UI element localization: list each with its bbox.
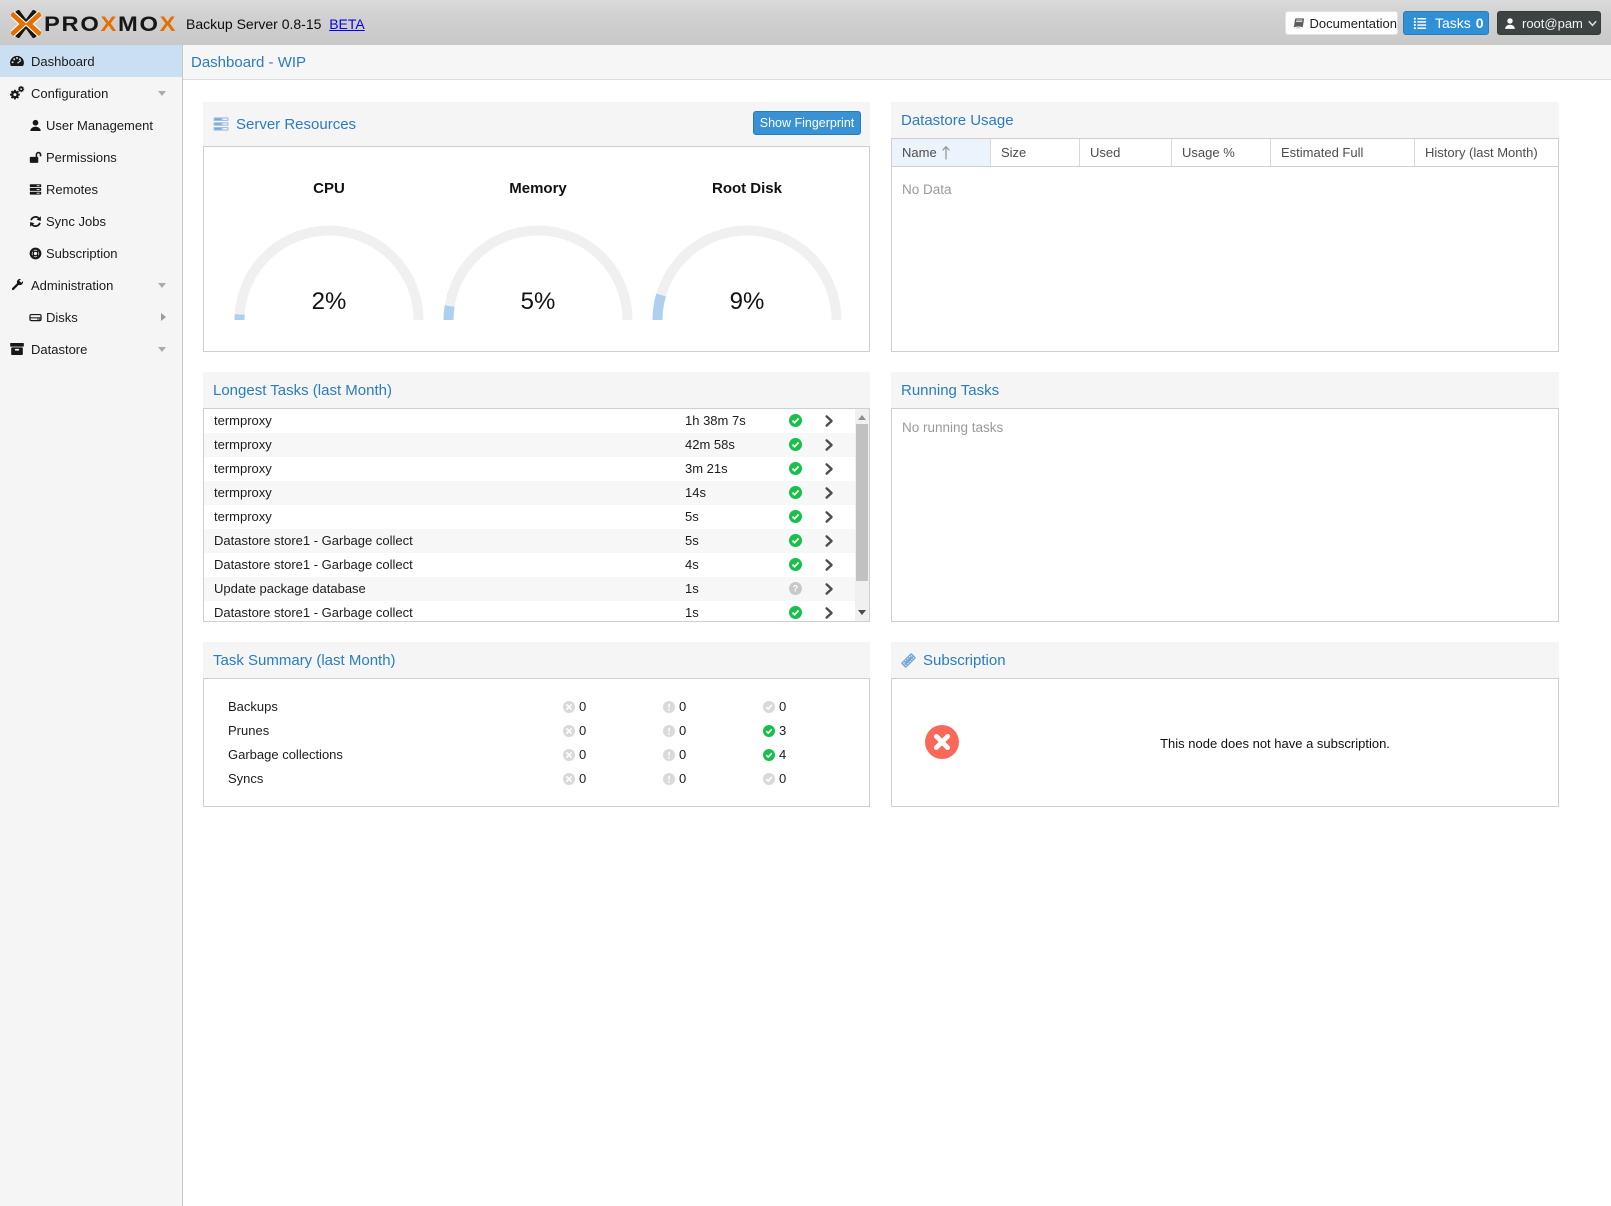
svg-text:?: ?	[793, 583, 798, 593]
